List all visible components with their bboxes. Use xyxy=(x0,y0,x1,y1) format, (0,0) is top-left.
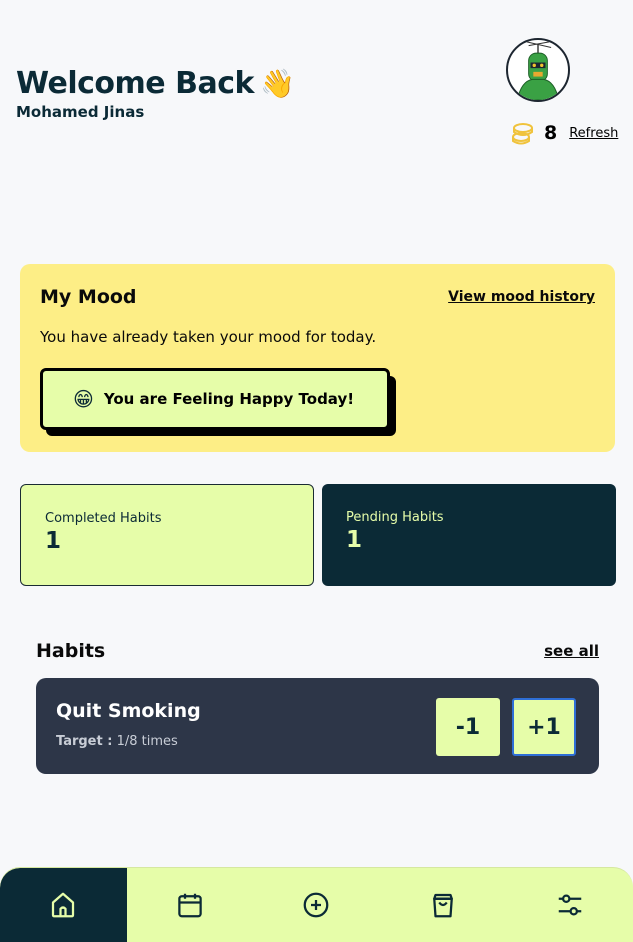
mood-status-text: You are Feeling Happy Today! xyxy=(103,390,355,408)
decrement-button[interactable]: -1 xyxy=(436,698,500,756)
avatar[interactable] xyxy=(506,38,570,102)
user-name: Mohamed Jinas xyxy=(16,103,145,121)
header: Welcome Back 👋 Mohamed Jinas xyxy=(16,66,295,121)
habit-name: Quit Smoking xyxy=(56,700,201,722)
coin-balance: 8 Refresh xyxy=(510,120,618,146)
nav-shop[interactable] xyxy=(380,868,507,942)
completed-habits-card: Completed Habits 1 xyxy=(20,484,314,586)
settings-sliders-icon xyxy=(558,894,581,916)
robot-avatar-icon xyxy=(516,41,560,100)
habit-target: Target : 1/8 times xyxy=(56,734,579,749)
wave-emoji: 👋 xyxy=(259,67,295,100)
pending-habits-label: Pending Habits xyxy=(346,510,444,525)
happy-emoji-icon: 😁 xyxy=(73,387,94,411)
mood-description: You have already taken your mood for tod… xyxy=(40,328,377,346)
completed-habits-label: Completed Habits xyxy=(45,511,162,526)
habits-section-title: Habits xyxy=(36,640,106,662)
bottom-nav xyxy=(0,867,633,942)
pending-habits-card: Pending Habits 1 xyxy=(322,484,616,586)
mood-status-badge: 😁 You are Feeling Happy Today! xyxy=(40,368,396,438)
add-circle-icon xyxy=(304,892,329,918)
nav-settings[interactable] xyxy=(506,868,633,942)
nav-add[interactable] xyxy=(253,868,380,942)
refresh-link[interactable]: Refresh xyxy=(569,126,618,141)
coin-count: 8 xyxy=(544,122,558,144)
completed-habits-value: 1 xyxy=(45,528,62,554)
coins-icon xyxy=(512,123,533,145)
habit-card[interactable]: Quit Smoking Target : 1/8 times -1 +1 xyxy=(36,678,599,774)
habit-target-value: 1/8 times xyxy=(116,734,178,749)
mood-badge: 😁 You are Feeling Happy Today! xyxy=(40,368,390,430)
welcome-heading: Welcome Back 👋 xyxy=(16,66,295,101)
home-icon xyxy=(52,892,75,918)
habit-target-label: Target : xyxy=(56,734,113,749)
calendar-icon xyxy=(178,893,202,918)
shopping-bag-icon xyxy=(433,893,453,918)
nav-home[interactable] xyxy=(0,868,127,942)
increment-button[interactable]: +1 xyxy=(512,698,576,756)
nav-calendar[interactable] xyxy=(127,868,254,942)
mood-card: My Mood View mood history You have alrea… xyxy=(20,264,615,452)
view-mood-history-link[interactable]: View mood history xyxy=(448,289,595,305)
see-all-link[interactable]: see all xyxy=(544,642,599,660)
pending-habits-value: 1 xyxy=(346,527,363,553)
welcome-text: Welcome Back xyxy=(16,66,254,101)
